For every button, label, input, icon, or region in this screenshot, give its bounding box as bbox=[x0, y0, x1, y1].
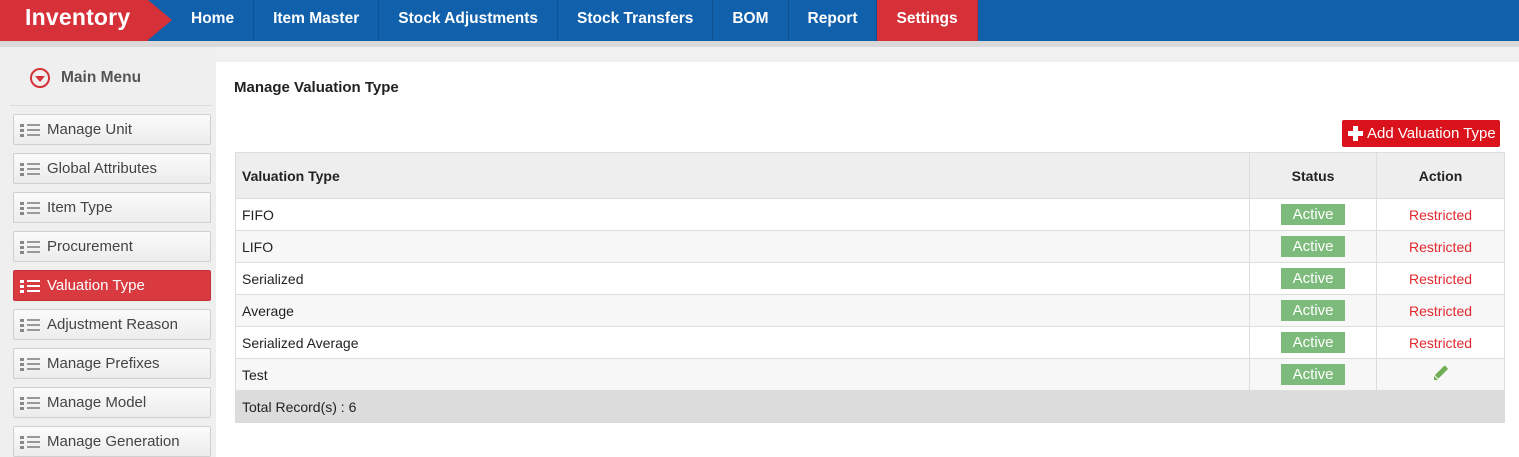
list-icon bbox=[20, 318, 41, 332]
chevron-down-circle-icon bbox=[30, 68, 50, 88]
valuation-type-cell: FIFO bbox=[234, 198, 1251, 231]
sidebar-item-manage-prefixes[interactable]: Manage Prefixes bbox=[13, 348, 211, 379]
sidebar-item-label: Procurement bbox=[47, 238, 133, 255]
restricted-label: Restricted bbox=[1409, 206, 1473, 223]
sidebar-divider bbox=[10, 105, 212, 106]
status-badge: Active bbox=[1281, 204, 1346, 225]
sidebar-item-label: Manage Prefixes bbox=[47, 355, 160, 372]
list-icon bbox=[20, 396, 41, 410]
brand-arrow bbox=[148, 0, 172, 40]
restricted-label: Restricted bbox=[1409, 334, 1473, 351]
sidebar-item-label: Valuation Type bbox=[47, 277, 145, 294]
pencil-icon[interactable] bbox=[1433, 366, 1448, 380]
column-header-valuation-type: Valuation Type bbox=[234, 152, 1251, 199]
table-row: FIFO Active Restricted bbox=[234, 198, 1505, 231]
main-menu-toggle[interactable]: Main Menu bbox=[30, 68, 141, 88]
restricted-label: Restricted bbox=[1409, 238, 1473, 255]
table-footer-row: Total Record(s) : 6 bbox=[235, 390, 1505, 423]
nav-report[interactable]: Report bbox=[789, 0, 878, 41]
valuation-type-cell: Serialized bbox=[234, 262, 1251, 295]
status-badge: Active bbox=[1281, 364, 1346, 385]
add-valuation-type-button[interactable]: Add Valuation Type bbox=[1342, 120, 1500, 147]
plus-icon bbox=[1348, 126, 1363, 141]
sidebar-item-label: Manage Unit bbox=[47, 121, 133, 138]
valuation-type-cell: Average bbox=[234, 294, 1251, 327]
sidebar: Main Menu Manage Unit Global Attributes … bbox=[0, 47, 216, 457]
sidebar-item-label: Manage Generation bbox=[47, 433, 180, 450]
column-header-status: Status bbox=[1249, 152, 1378, 199]
table-row: Serialized Average Active Restricted bbox=[234, 326, 1505, 359]
list-icon bbox=[20, 162, 41, 176]
status-badge: Active bbox=[1281, 332, 1346, 353]
valuation-type-cell: Test bbox=[234, 358, 1251, 391]
main-content: Manage Valuation Type Add Valuation Type… bbox=[216, 62, 1519, 457]
restricted-label: Restricted bbox=[1409, 270, 1473, 287]
sidebar-item-manage-model[interactable]: Manage Model bbox=[13, 387, 211, 418]
table-row: LIFO Active Restricted bbox=[234, 230, 1505, 263]
status-badge: Active bbox=[1281, 268, 1346, 289]
list-icon bbox=[20, 240, 41, 254]
nav-stock-adjustments[interactable]: Stock Adjustments bbox=[379, 0, 559, 41]
sidebar-item-label: Item Type bbox=[47, 199, 113, 216]
list-icon bbox=[20, 357, 41, 371]
restricted-label: Restricted bbox=[1409, 302, 1473, 319]
sidebar-item-manage-unit[interactable]: Manage Unit bbox=[13, 114, 211, 145]
nav-item-master[interactable]: Item Master bbox=[254, 0, 380, 41]
nav-settings[interactable]: Settings bbox=[877, 0, 978, 41]
sidebar-item-procurement[interactable]: Procurement bbox=[13, 231, 211, 262]
sidebar-item-global-attributes[interactable]: Global Attributes bbox=[13, 153, 211, 184]
main-nav: Home Item Master Stock Adjustments Stock… bbox=[172, 0, 978, 41]
list-icon bbox=[20, 279, 41, 293]
table-row: Serialized Active Restricted bbox=[234, 262, 1505, 295]
total-records: Total Record(s) : 6 bbox=[235, 390, 1505, 423]
nav-home[interactable]: Home bbox=[172, 0, 255, 41]
status-badge: Active bbox=[1281, 300, 1346, 321]
sidebar-item-item-type[interactable]: Item Type bbox=[13, 192, 211, 223]
table-row: Average Active Restricted bbox=[234, 294, 1505, 327]
sidebar-item-adjustment-reason[interactable]: Adjustment Reason bbox=[13, 309, 211, 340]
nav-stock-transfers[interactable]: Stock Transfers bbox=[558, 0, 714, 41]
table-row: Test Active bbox=[234, 358, 1505, 391]
brand-title: Inventory bbox=[25, 4, 131, 30]
valuation-type-cell: Serialized Average bbox=[234, 326, 1251, 359]
main-menu-label: Main Menu bbox=[61, 69, 142, 86]
sidebar-item-label: Global Attributes bbox=[47, 160, 158, 177]
table-header-row: Valuation Type Status Action bbox=[234, 152, 1505, 199]
page-title: Manage Valuation Type bbox=[234, 79, 399, 96]
list-icon bbox=[20, 123, 41, 137]
list-icon bbox=[20, 201, 41, 215]
status-badge: Active bbox=[1281, 236, 1346, 257]
column-header-action: Action bbox=[1376, 152, 1505, 199]
add-button-label: Add Valuation Type bbox=[1367, 125, 1496, 142]
list-icon bbox=[20, 435, 41, 449]
brand: Inventory bbox=[0, 0, 172, 41]
valuation-type-table: Valuation Type Status Action FIFO Active… bbox=[234, 152, 1505, 423]
top-navbar: Inventory Home Item Master Stock Adjustm… bbox=[0, 0, 1519, 41]
nav-bom[interactable]: BOM bbox=[713, 0, 789, 41]
sub-bar bbox=[0, 41, 1519, 47]
sidebar-item-valuation-type[interactable]: Valuation Type bbox=[13, 270, 211, 301]
sidebar-item-manage-generation[interactable]: Manage Generation bbox=[13, 426, 211, 457]
valuation-type-cell: LIFO bbox=[234, 230, 1251, 263]
sidebar-item-label: Manage Model bbox=[47, 394, 147, 411]
sidebar-item-label: Adjustment Reason bbox=[47, 316, 178, 333]
